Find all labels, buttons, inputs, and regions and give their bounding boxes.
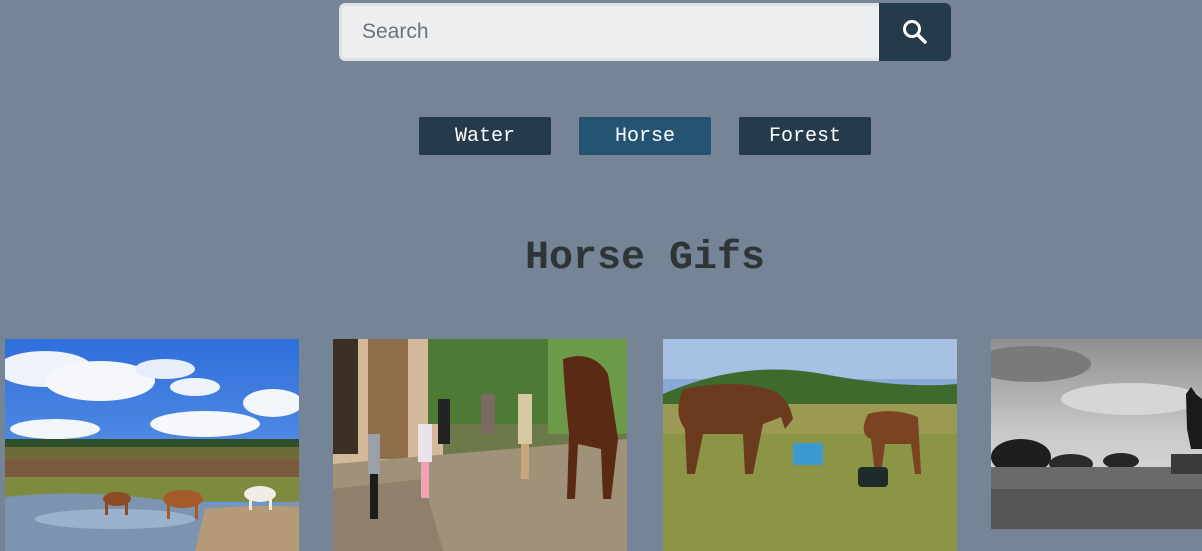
gif-horse-statue-bw[interactable] — [991, 339, 1202, 529]
page-title: Horse Gifs — [524, 236, 766, 281]
tag-forest[interactable]: Forest — [739, 117, 871, 155]
search-bar — [339, 3, 951, 61]
search-icon — [903, 20, 927, 44]
tag-horse[interactable]: Horse — [579, 117, 711, 155]
gif-ponies-pond[interactable] — [5, 339, 299, 551]
search-input[interactable] — [339, 3, 879, 61]
category-tags: Water Horse Forest — [419, 117, 871, 155]
tag-water[interactable]: Water — [419, 117, 551, 155]
gif-children-horse[interactable] — [333, 339, 627, 551]
search-button[interactable] — [879, 3, 951, 61]
gif-horse-foal-meadow[interactable] — [663, 339, 957, 551]
